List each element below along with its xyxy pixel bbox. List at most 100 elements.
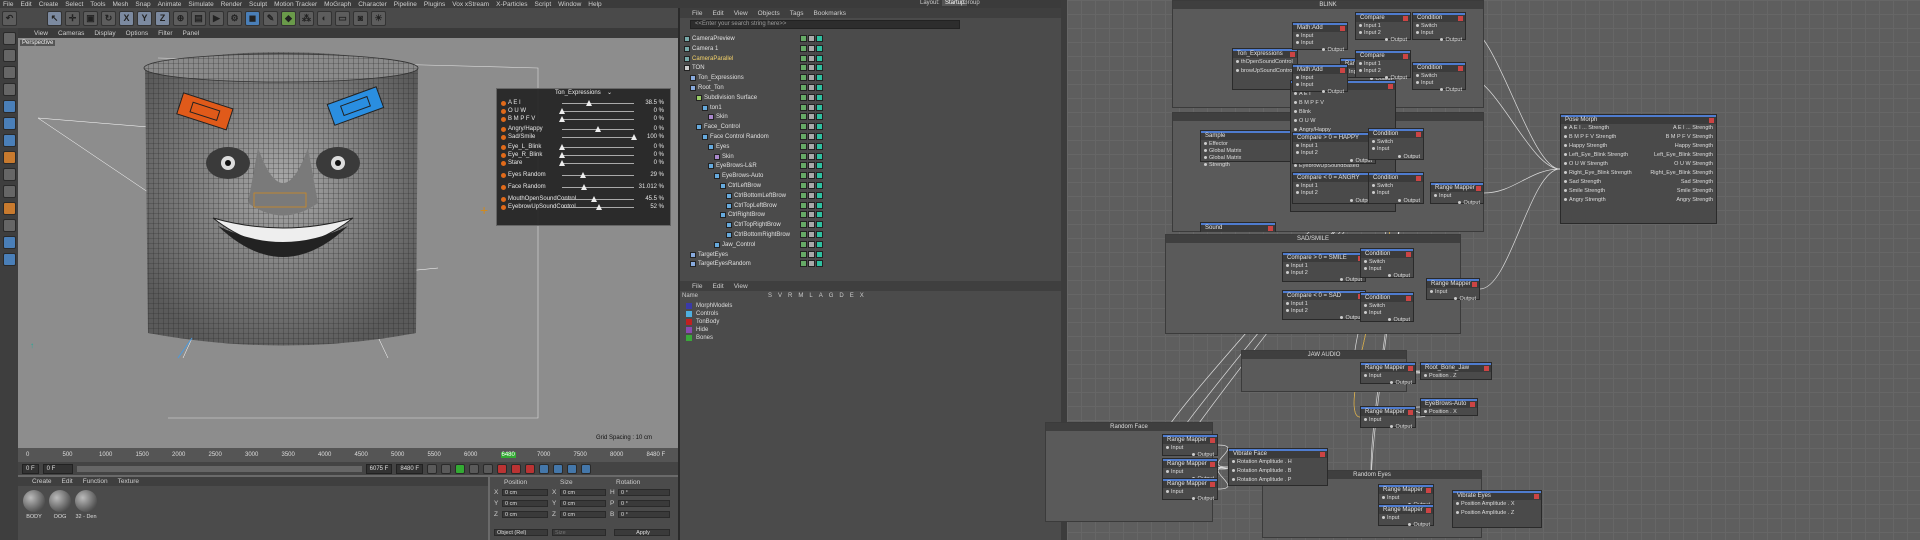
undo-icon[interactable]: ↶ xyxy=(2,10,17,26)
port-connector[interactable] xyxy=(1364,260,1367,264)
port-connector[interactable] xyxy=(1192,497,1196,501)
port-connector[interactable] xyxy=(1458,201,1462,205)
port-connector[interactable] xyxy=(1564,189,1567,193)
xpresso-node[interactable]: Math:Add Input Input Output xyxy=(1292,22,1348,53)
expression-slider[interactable]: B M P F V 0 % xyxy=(501,115,664,123)
flag-dot[interactable] xyxy=(808,250,815,258)
port-connector[interactable] xyxy=(1408,523,1412,527)
node-port[interactable]: Input xyxy=(1364,266,1381,272)
om-menu-item[interactable]: Bookmarks xyxy=(813,10,846,17)
select-icon[interactable]: ↖ xyxy=(47,10,62,26)
port-connector[interactable] xyxy=(1294,164,1297,168)
node-port[interactable]: Global Matrix xyxy=(1204,148,1241,154)
om-menu-item[interactable]: Edit xyxy=(712,10,723,17)
flag-dot[interactable] xyxy=(800,172,807,180)
prev-key-icon[interactable] xyxy=(441,463,452,474)
port-connector[interactable] xyxy=(1564,144,1567,148)
node-port-output[interactable]: Sad Strength xyxy=(1681,179,1713,185)
flag-dot[interactable] xyxy=(816,191,823,199)
port-connector[interactable] xyxy=(1434,194,1437,198)
node-port[interactable]: Input xyxy=(1382,495,1399,501)
position-key-icon[interactable] xyxy=(539,463,550,474)
flag-dot[interactable] xyxy=(816,201,823,209)
flag-dot[interactable] xyxy=(800,211,807,219)
xpresso-node[interactable]: Vibrate Face Rotation Amplitude . H Rotati… xyxy=(1228,448,1328,486)
flag-dot[interactable] xyxy=(808,133,815,140)
viewport-menu-item[interactable]: Panel xyxy=(183,30,200,37)
flag-dot[interactable] xyxy=(800,162,807,170)
material-menu-item[interactable]: Create xyxy=(32,478,52,485)
xpresso-node[interactable]: Compare < 0 = ANGRY Input 1 Input 2 Output xyxy=(1292,172,1376,204)
port-connector[interactable] xyxy=(1192,453,1196,457)
size-field[interactable]: 0 cm xyxy=(560,511,606,518)
object-row[interactable]: TargetEyesRandom xyxy=(680,259,970,269)
flag-dot[interactable] xyxy=(808,162,815,170)
object-row[interactable]: Ton_Expressions xyxy=(680,73,970,83)
node-port[interactable]: Output xyxy=(1390,380,1412,386)
port-connector[interactable] xyxy=(1416,74,1419,78)
viewport-menu-item[interactable]: Options xyxy=(126,30,148,37)
node-port[interactable]: Input xyxy=(1296,75,1313,81)
flag-dot[interactable] xyxy=(808,191,815,199)
xpresso-node[interactable]: Range MapperInputOutput xyxy=(1378,504,1434,528)
xpresso-node[interactable]: Range MapperInputOutput xyxy=(1162,458,1218,482)
object-row[interactable]: Face_Control xyxy=(680,122,970,132)
flag-dot[interactable] xyxy=(800,54,807,62)
node-port[interactable]: Switch xyxy=(1364,259,1385,265)
flag-dot[interactable] xyxy=(816,54,823,62)
flag-dot[interactable] xyxy=(816,172,823,180)
next-key-icon[interactable] xyxy=(469,463,480,474)
flag-dot[interactable] xyxy=(808,113,815,121)
xpresso-node[interactable]: Compare > 0 = SMILE Input 1 Input 2 Output xyxy=(1282,252,1366,283)
object-row[interactable]: Root_Ton xyxy=(680,83,970,93)
flag-dot[interactable] xyxy=(808,44,815,52)
xpresso-node[interactable]: Range MapperInputOutput xyxy=(1360,362,1416,386)
node-port[interactable]: Output xyxy=(1440,37,1462,43)
node-port[interactable]: Position Amplitude . X xyxy=(1456,501,1515,507)
slider-thumb[interactable] xyxy=(595,125,601,132)
port-connector[interactable] xyxy=(1416,31,1419,35)
node-port[interactable]: Input xyxy=(1166,445,1183,451)
object-row[interactable]: Jaw_Control xyxy=(680,240,970,250)
timeline-ruler[interactable]: 0 500 1000 1500 2000 2500 3000 3500 4000 4500 5000… xyxy=(18,448,678,462)
slider-track[interactable] xyxy=(562,99,634,106)
node-port[interactable]: Angry Strength xyxy=(1564,197,1606,203)
om-menu-item[interactable]: Tags xyxy=(790,10,804,17)
slider-track[interactable] xyxy=(559,143,634,150)
slider-thumb[interactable] xyxy=(559,151,565,158)
xpresso-node[interactable]: Range MapperInputOutput xyxy=(1162,434,1218,458)
goto-end-icon[interactable] xyxy=(483,463,494,474)
uv-mode-icon[interactable] xyxy=(2,151,16,164)
port-connector[interactable] xyxy=(1340,278,1344,282)
node-port-output[interactable]: Happy Strength xyxy=(1675,143,1713,149)
port-connector[interactable] xyxy=(1564,162,1567,166)
node-port[interactable]: Input xyxy=(1364,417,1381,423)
deformer-icon[interactable]: ◐ xyxy=(317,10,332,26)
xpresso-node[interactable]: Math:Add Input Input Output xyxy=(1292,64,1348,95)
slider-thumb[interactable] xyxy=(559,143,565,150)
port-connector[interactable] xyxy=(1359,62,1362,66)
camera-icon[interactable]: ◙ xyxy=(353,10,368,26)
slider-thumb[interactable] xyxy=(631,133,637,140)
flag-dot[interactable] xyxy=(816,133,823,140)
flag-dot[interactable] xyxy=(800,201,807,209)
port-connector[interactable] xyxy=(1294,110,1297,114)
flag-dot[interactable] xyxy=(808,64,815,72)
node-port[interactable]: Output xyxy=(1322,47,1344,53)
port-connector[interactable] xyxy=(1364,267,1367,271)
material-swatch[interactable]: BODY xyxy=(22,490,46,520)
menu-item[interactable]: Animate xyxy=(158,1,182,8)
material-menu-item[interactable]: Texture xyxy=(118,478,139,485)
port-connector[interactable] xyxy=(1294,128,1297,132)
node-port[interactable]: Left_Eye_Blink Strength xyxy=(1564,152,1628,158)
port-connector[interactable] xyxy=(1424,374,1427,378)
record-icon[interactable] xyxy=(497,463,508,474)
node-port[interactable]: Input xyxy=(1372,190,1389,196)
flag-dot[interactable] xyxy=(800,44,807,52)
object-row[interactable]: Skin xyxy=(680,152,970,162)
node-port[interactable]: Output xyxy=(1385,37,1407,43)
port-connector[interactable] xyxy=(1416,24,1419,28)
xpresso-node[interactable]: Vibrate Eyes Position Amplitude . X Positi… xyxy=(1452,490,1542,528)
menu-item[interactable]: Script xyxy=(535,1,552,8)
node-port[interactable]: Right_Eye_Blink Strength xyxy=(1564,170,1632,176)
